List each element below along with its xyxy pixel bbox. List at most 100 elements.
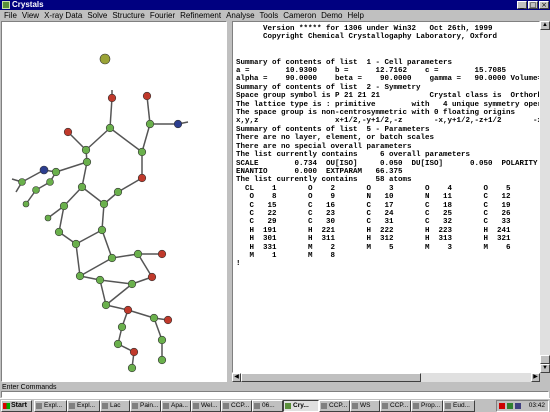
taskbar-button-apa[interactable]: Apa... [161, 400, 191, 412]
scroll-thumb[interactable] [540, 355, 550, 364]
carbon-atom [46, 178, 54, 186]
start-button[interactable]: Start [1, 400, 32, 412]
minimize-button[interactable]: _ [517, 1, 527, 9]
output-line: ! [236, 260, 241, 269]
app-icon [382, 403, 388, 409]
taskbar-label: WS [360, 402, 371, 409]
scroll-down-button[interactable]: ▼ [540, 364, 550, 373]
carbon-atom [54, 227, 64, 237]
menu-xray-data[interactable]: X-ray Data [42, 10, 85, 21]
taskbar-label: Cry... [293, 402, 309, 409]
menu-structure[interactable]: Structure [110, 10, 147, 21]
crystals-app-icon[interactable] [2, 1, 10, 9]
hscroll-thumb[interactable] [241, 373, 421, 382]
menu-view[interactable]: View [20, 10, 42, 21]
app-icon [193, 403, 199, 409]
output-line: M 1 M 8 [236, 251, 336, 260]
taskbar: Start Expl... Expl... Lac Pain... Apa...… [0, 398, 550, 412]
menu-tools[interactable]: Tools [258, 10, 282, 21]
scroll-left-button[interactable]: ◀ [232, 373, 241, 382]
taskbar-label: Lac [110, 402, 121, 409]
text-output-pane[interactable]: Version ***** for 1306 under Win32 Oct 2… [232, 21, 540, 373]
carbon-atom [71, 239, 81, 249]
taskbar-label: Expl... [44, 402, 63, 409]
taskbar-button-explorer-1[interactable]: Expl... [34, 400, 67, 412]
output-line: H 191 H 221 H 222 H 223 H 241 H 242 H 2 [249, 226, 511, 235]
menu-help[interactable]: Help [345, 10, 366, 21]
carbon-atom [157, 335, 167, 345]
horizontal-scrollbar[interactable]: ◀ ▶ [232, 373, 540, 382]
taskbar-button-explorer-2[interactable]: Expl... [67, 400, 100, 412]
oxygen-atom [147, 272, 157, 282]
molecule-viewer[interactable] [1, 21, 227, 382]
taskbar-label: Eud... [453, 402, 470, 409]
output-line: There are no special overall parameters [236, 142, 412, 151]
carbon-atom [59, 201, 69, 211]
menu-demo[interactable]: Demo [319, 10, 345, 21]
menu-solve[interactable]: Solve [85, 10, 110, 21]
output-line: x,y,z x+1/2,-y+1/2,-z -x,y+1/2,-z+1/2 -x… [236, 117, 539, 126]
taskbar-label: 06... [262, 402, 275, 409]
paint-icon [132, 403, 138, 409]
taskbar-button-ccp-1[interactable]: CCP... [221, 400, 252, 412]
carbon-atom [77, 182, 87, 192]
maximize-button[interactable]: □ [528, 1, 538, 9]
output-line: alpha = 90.0000 beta = 90.0000 gamma = 9… [236, 75, 540, 84]
carbon-atom [107, 253, 117, 263]
close-button[interactable]: × [539, 1, 549, 9]
output-line: Summary of contents of list 5 - Paramete… [236, 125, 430, 134]
output-line: H 331 M 2 M 5 M 3 M 6 M 7 M [249, 243, 511, 252]
tray-app-icon[interactable] [499, 403, 505, 409]
clock[interactable]: 03:42 [529, 401, 545, 411]
app-icon [163, 403, 169, 409]
tray-volume-icon[interactable] [515, 403, 521, 409]
taskbar-label: Apa... [171, 402, 188, 409]
app-icon [413, 403, 419, 409]
app-icon [352, 403, 358, 409]
taskbar-button-ccp-3[interactable]: CCP... [380, 400, 411, 412]
output-line: The list currently contains 6 overall pa… [236, 151, 471, 160]
taskbar-button-ccp-2[interactable]: CCP... [319, 400, 350, 412]
carbon-atom [127, 363, 137, 373]
taskbar-button-prop[interactable]: Prop... [411, 400, 443, 412]
output-line: C 15 C 16 C 17 C 18 C 19 C 20 C [249, 201, 511, 210]
molecule-model[interactable] [2, 22, 227, 382]
oxygen-atom [107, 93, 117, 103]
chlorine-atom [99, 53, 111, 65]
taskbar-button-eud[interactable]: Eud... [443, 400, 475, 412]
menu-analyse[interactable]: Analyse [224, 10, 257, 21]
menu-bar: File View X-ray Data Solve Structure Fou… [0, 10, 550, 21]
taskbar-label: CCP... [231, 402, 250, 409]
taskbar-button-crystals[interactable]: Cry... [283, 400, 319, 412]
carbon-atom [101, 300, 111, 310]
output-line: C 22 C 23 C 24 C 25 C 26 C 27 C [249, 209, 511, 218]
oxygen-atom [123, 305, 133, 315]
scroll-right-button[interactable]: ▶ [531, 373, 540, 382]
system-tray: 03:42 [496, 400, 549, 412]
menu-refinement[interactable]: Refinement [178, 10, 224, 21]
vertical-scrollbar[interactable]: ▲ ▼ [540, 21, 550, 373]
menu-fourier[interactable]: Fourier [148, 10, 178, 21]
taskbar-label: Expl... [77, 402, 96, 409]
taskbar-label: Prop... [421, 402, 441, 409]
menu-cameron[interactable]: Cameron [281, 10, 319, 21]
taskbar-button-ws[interactable]: WS [350, 400, 380, 412]
output-line: The list currently contains 58 atoms [236, 176, 412, 185]
taskbar-button-wel[interactable]: Wel... [191, 400, 221, 412]
scroll-up-button[interactable]: ▲ [540, 21, 550, 30]
app-icon [223, 403, 229, 409]
app-icon [321, 403, 327, 409]
oxygen-atom [142, 91, 152, 101]
nitrogen-atom [173, 119, 183, 129]
command-input[interactable] [1, 391, 549, 398]
output-line: The space group is non-centrosymmetric w… [236, 109, 516, 118]
taskbar-label: Pain... [140, 402, 159, 409]
tray-network-icon[interactable] [507, 403, 513, 409]
taskbar-button-lac[interactable]: Lac [100, 400, 130, 412]
taskbar-button-paint[interactable]: Pain... [130, 400, 161, 412]
output-line: SCALE 0.734 OU[ISO] 0.050 DU[ISO] 0.050 … [236, 159, 540, 168]
menu-file[interactable]: File [2, 10, 20, 21]
windows-logo-icon [3, 403, 10, 409]
taskbar-button-06[interactable]: 06... [252, 400, 283, 412]
output-line: a = 10.9300 b = 12.7162 c = 15.7085 [236, 67, 507, 76]
